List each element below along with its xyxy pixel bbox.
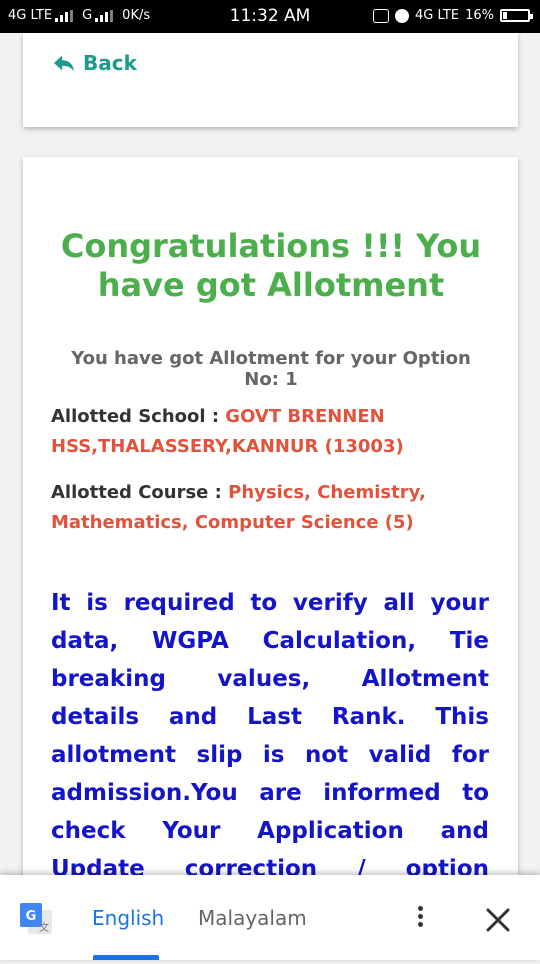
page-title: Congratulations !!! You have got Allotme… — [60, 227, 482, 304]
vibrate-icon — [373, 8, 389, 23]
language-tab-english[interactable]: English — [92, 906, 164, 930]
language-tab-malayalam[interactable]: Malayalam — [198, 906, 307, 930]
svg-text:G: G — [26, 909, 37, 924]
selected-tab-indicator — [93, 955, 159, 960]
alarm-icon — [395, 8, 409, 23]
status-bar: 4G LTE G 0K/s 11:32 AM 4G LTE 16% — [0, 0, 540, 33]
option-number-text: You have got Allotment for your Option N… — [71, 348, 471, 390]
back-button[interactable]: Back — [53, 51, 137, 75]
translate-bar: G 文 English Malayalam — [0, 875, 540, 960]
battery-icon — [500, 9, 533, 22]
reply-arrow-icon — [53, 55, 75, 72]
status-right: 4G LTE 16% — [373, 8, 533, 23]
battery-percent: 16% — [465, 8, 494, 23]
dot-icon — [417, 914, 423, 919]
close-icon[interactable] — [484, 906, 512, 934]
back-card: Back — [23, 33, 518, 127]
network-label-3: 4G LTE — [415, 8, 460, 23]
battery-fill — [503, 12, 508, 19]
allotted-school: Allotted School : GOVT BRENNEN HSS,THALA… — [51, 402, 491, 462]
allotted-course: Allotted Course : Physics, Chemistry, Ma… — [51, 478, 491, 538]
dot-icon — [417, 922, 423, 927]
back-label: Back — [83, 51, 137, 75]
svg-text:文: 文 — [39, 921, 49, 934]
google-translate-icon: G 文 — [20, 903, 52, 934]
allotted-school-label: Allotted School : — [51, 406, 226, 427]
more-options-button[interactable] — [408, 903, 432, 935]
dot-icon — [417, 906, 423, 911]
allotment-card: Congratulations !!! You have got Allotme… — [23, 157, 518, 958]
allotted-course-label: Allotted Course : — [51, 482, 229, 503]
